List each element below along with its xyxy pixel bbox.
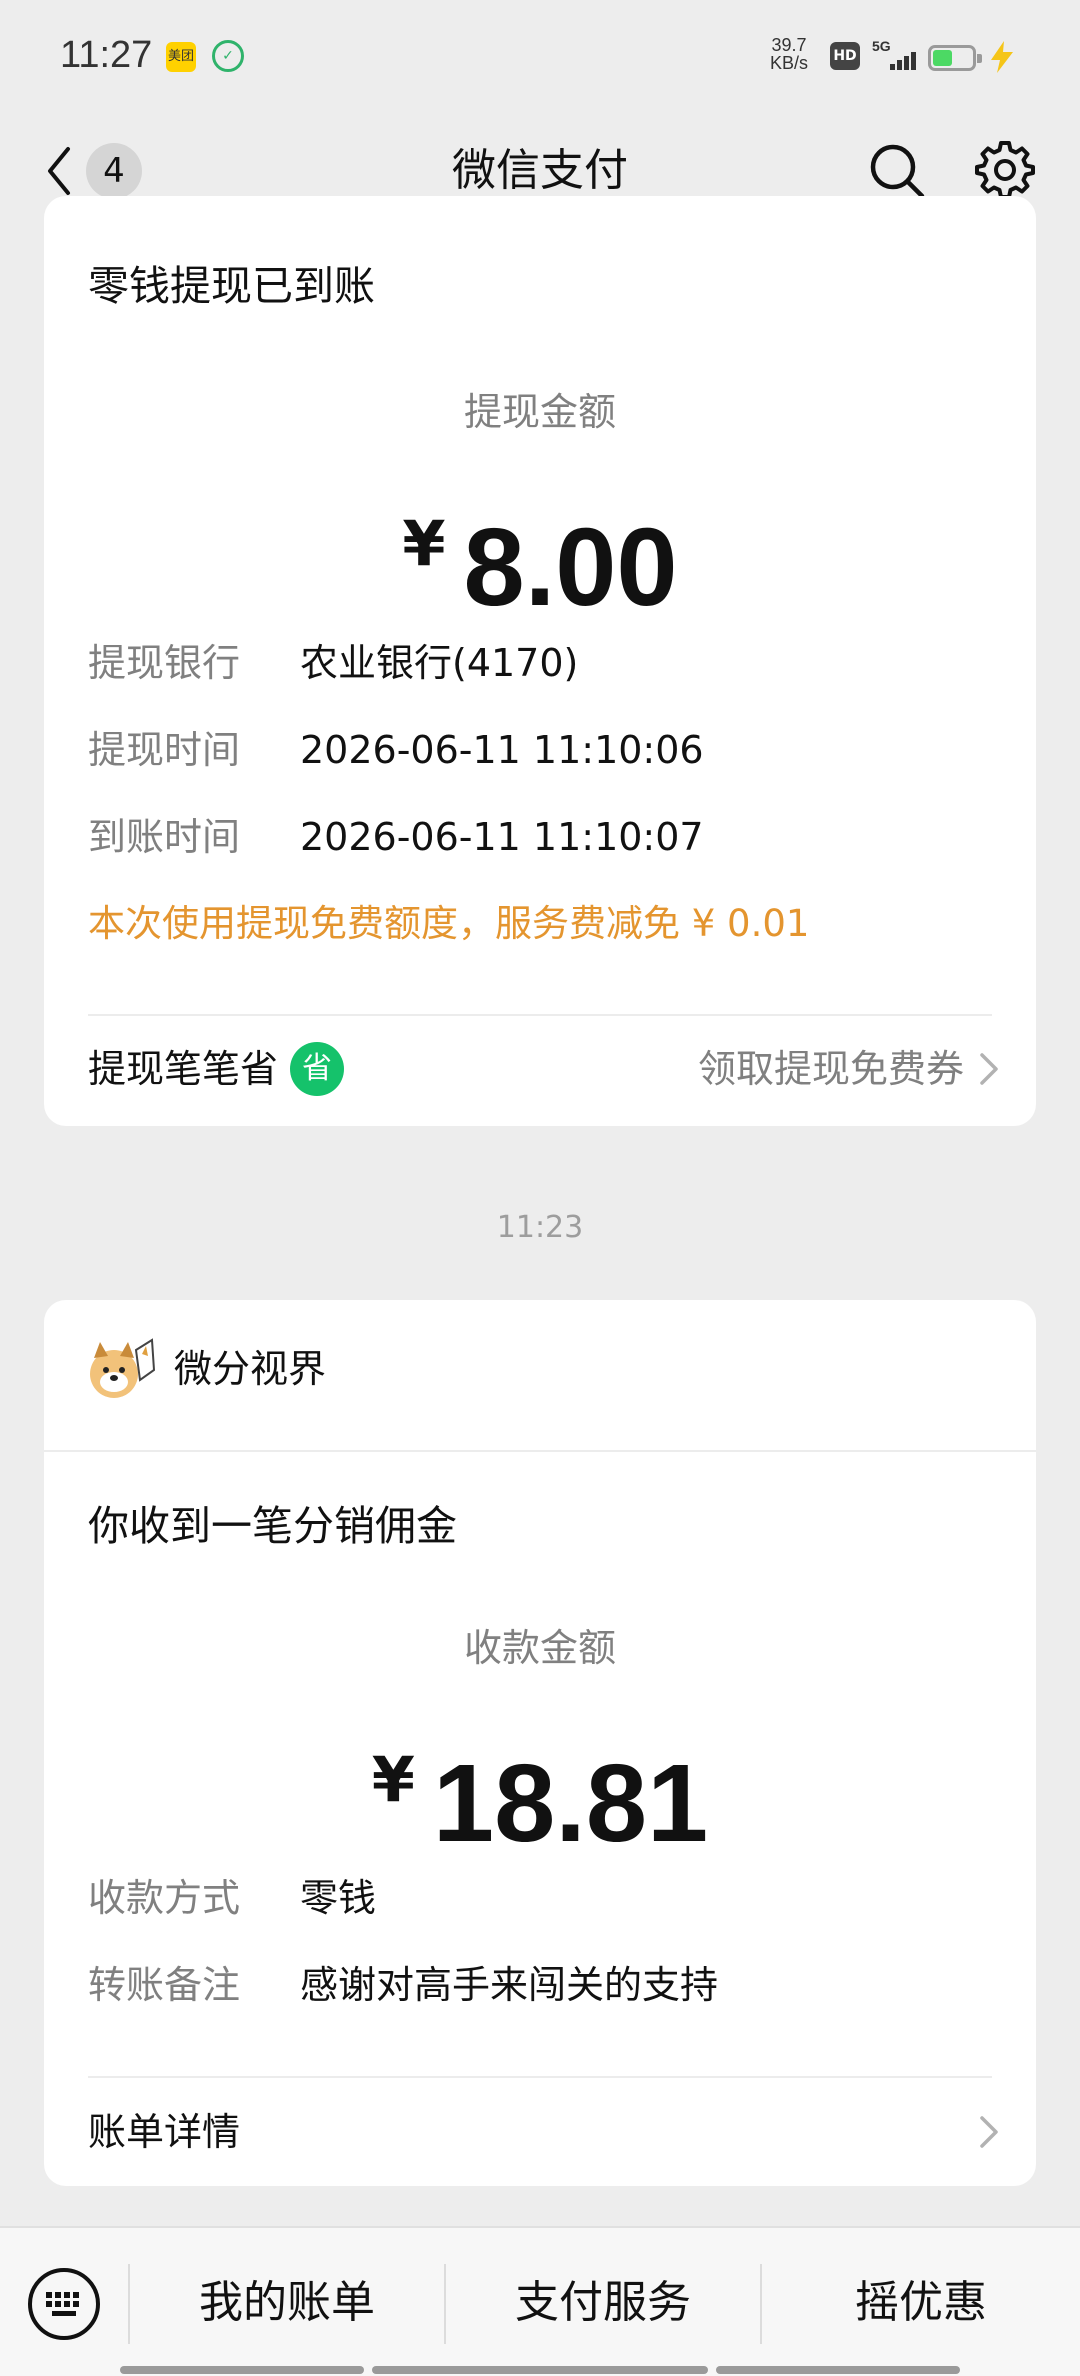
merchant-dog-avatar-icon (90, 1338, 156, 1398)
divider (88, 2076, 992, 2078)
payment-method-row: 收款方式 零钱 (88, 1871, 376, 1925)
network-type-label: 5G (872, 38, 891, 54)
app-notification-icon: ✓ (212, 40, 244, 72)
withdrawal-card-title: 零钱提现已到账 (88, 262, 375, 310)
row-value: 零钱 (300, 1876, 377, 1920)
gesture-bar (372, 2366, 708, 2374)
menu-shake-offers[interactable]: 摇优惠 (762, 2228, 1080, 2376)
withdrawal-bank-row: 提现银行 农业银行(4170) (88, 636, 578, 690)
withdrawal-time-row: 提现时间 2026-06-11 11:10:06 (88, 723, 704, 777)
row-key: 提现银行 (88, 641, 241, 685)
gesture-bar (120, 2366, 364, 2374)
currency-symbol: ¥ (371, 1743, 415, 1816)
row-value: 2026-06-11 11:10:07 (300, 815, 704, 859)
fee-saver-label: 提现笔笔省省 (88, 1041, 345, 1097)
status-bar: 11:27 美团 ✓ 39.7 KB/s HD 5G (0, 0, 1080, 115)
chevron-right-icon (980, 2115, 998, 2148)
fee-waiver-note: 本次使用提现免费额度，服务费减免 ¥ 0.01 (88, 902, 810, 945)
network-speed-value: 39.7 (771, 35, 807, 55)
withdrawal-card[interactable]: 零钱提现已到账 提现金额 ¥8.00 提现银行 农业银行(4170) 提现时间 20… (44, 196, 1036, 1126)
commission-card[interactable]: 微分视界 你收到一笔分销佣金 收款金额 ¥18.81 收款方式 零钱 转账备注 感谢… (44, 1300, 1036, 2186)
hd-voice-icon: HD (830, 42, 860, 70)
wechat-pay-chat-page: 11:27 美团 ✓ 39.7 KB/s HD 5G 4 微信支付 零钱提现已到… (0, 0, 1080, 2376)
settings-gear-icon[interactable] (972, 137, 1038, 203)
receipt-amount-value: 18.81 (432, 1742, 709, 1865)
menu-payment-services[interactable]: 支付服务 (446, 2228, 760, 2376)
withdrawal-amount-value: 8.00 (463, 506, 678, 629)
row-key: 转账备注 (88, 1963, 241, 2007)
withdrawal-amount: ¥8.00 (44, 484, 1036, 660)
battery-level (933, 50, 952, 66)
receipt-amount: ¥18.81 (44, 1720, 1036, 1896)
claim-coupon-text: 领取提现免费券 (697, 1047, 964, 1091)
row-value: 农业银行(4170) (300, 641, 579, 685)
network-speed: 39.7 KB/s (770, 36, 808, 72)
battery-icon (928, 45, 982, 71)
network-speed-unit: KB/s (770, 53, 809, 73)
merchant-name[interactable]: 微分视界 (174, 1344, 326, 1394)
withdrawal-amount-label: 提现金额 (463, 390, 616, 434)
row-key: 收款方式 (88, 1876, 241, 1920)
row-value: 感谢对高手来闯关的支持 (300, 1963, 719, 2007)
meituan-notification-icon: 美团 (166, 42, 196, 72)
keyboard-toggle-icon[interactable] (24, 2264, 104, 2344)
signal-5g-icon: 5G (872, 38, 916, 70)
save-badge-icon: 省 (290, 1041, 345, 1096)
row-value: 2026-06-11 11:10:06 (300, 728, 704, 772)
arrival-time-row: 到账时间 2026-06-11 11:10:07 (88, 810, 704, 864)
claim-coupon-link[interactable]: 领取提现免费券 (698, 1041, 1000, 1097)
currency-symbol: ¥ (402, 507, 446, 580)
row-key: 到账时间 (88, 815, 241, 859)
row-key: 提现时间 (88, 728, 241, 772)
chevron-right-icon (980, 1052, 998, 1085)
divider (88, 1014, 992, 1016)
bill-details-label[interactable]: 账单详情 (88, 2104, 240, 2160)
menu-my-bills[interactable]: 我的账单 (130, 2228, 444, 2376)
transfer-remark-row: 转账备注 感谢对高手来闯关的支持 (88, 1958, 718, 2012)
search-icon[interactable] (866, 139, 928, 203)
charging-bolt-icon (991, 41, 1013, 73)
message-timestamp: 11:23 (496, 1210, 584, 1245)
fee-saver-text: 提现笔笔省 (88, 1047, 279, 1091)
gesture-bar (716, 2366, 960, 2374)
commission-card-title: 你收到一笔分销佣金 (88, 1502, 457, 1550)
divider (44, 1450, 1036, 1452)
status-time: 11:27 (60, 34, 153, 76)
bottom-menu-bar: 我的账单 支付服务 摇优惠 (0, 2226, 1080, 2376)
receipt-amount-label: 收款金额 (463, 1626, 616, 1670)
bill-details-link[interactable] (964, 2104, 1000, 2160)
